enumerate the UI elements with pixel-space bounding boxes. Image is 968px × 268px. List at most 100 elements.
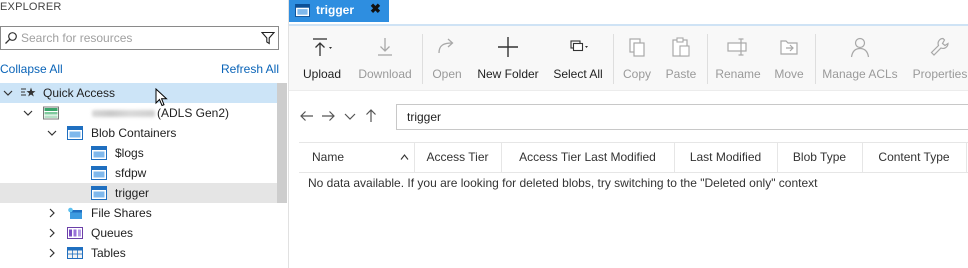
- paste-button[interactable]: Paste: [661, 26, 701, 90]
- tree-item-label: Tables: [91, 246, 126, 260]
- explorer-header: EXPLORER: [0, 1, 62, 13]
- redacted-account-name: [92, 110, 155, 117]
- rename-icon: [727, 38, 747, 56]
- select-all-button[interactable]: Select All: [549, 26, 607, 90]
- empty-state-message: No data available. If you are looking fo…: [308, 176, 818, 190]
- column-header-name[interactable]: Name: [299, 143, 415, 172]
- upload-label: Upload: [302, 67, 342, 81]
- tree-item-label: Blob Containers: [91, 126, 177, 140]
- toolbar-separator: [815, 34, 816, 84]
- person-icon: [850, 37, 870, 58]
- search-input[interactable]: [21, 29, 251, 47]
- column-header-label: Access Tier: [426, 150, 489, 164]
- chevron-right-icon[interactable]: [47, 228, 57, 238]
- column-header-content-type[interactable]: Content Type: [862, 143, 967, 172]
- plus-icon: [498, 37, 518, 57]
- copy-button[interactable]: Copy: [617, 26, 657, 90]
- tree-item-blob-containers[interactable]: Blob Containers: [0, 123, 277, 143]
- chevron-down-icon[interactable]: [47, 128, 57, 138]
- properties-button[interactable]: Properties: [909, 26, 968, 90]
- toolbar-separator: [707, 34, 708, 84]
- column-header-blob-type[interactable]: Blob Type: [777, 143, 863, 172]
- tab-label: trigger: [316, 3, 355, 17]
- tab-trigger[interactable]: trigger ✖: [289, 0, 389, 22]
- blob-container-icon: [67, 126, 83, 140]
- move-icon: [780, 40, 798, 55]
- explorer-scrollbar-thumb[interactable]: [277, 83, 287, 203]
- column-header-last-modified[interactable]: Last Modified: [674, 143, 778, 172]
- sort-ascending-icon[interactable]: [400, 153, 409, 161]
- tree-item-storage-account[interactable]: (ADLS Gen2): [0, 103, 277, 123]
- mouse-cursor-icon: [155, 88, 168, 107]
- tree-item-label: Quick Access: [43, 86, 116, 100]
- upload-icon: [313, 38, 332, 56]
- tree-item-container-logs[interactable]: $logs: [0, 143, 277, 163]
- upload-button[interactable]: Upload: [295, 26, 349, 90]
- chevron-right-icon[interactable]: [47, 208, 57, 218]
- paste-icon: [672, 37, 690, 57]
- chevron-down-icon[interactable]: [342, 108, 358, 124]
- tree-item-queues[interactable]: Queues: [0, 223, 277, 243]
- rename-label: Rename: [715, 67, 761, 81]
- navigation-bar: [289, 100, 968, 132]
- wrench-icon: [930, 37, 949, 56]
- table-icon: [67, 247, 83, 259]
- storage-account-icon: [43, 106, 59, 120]
- up-arrow-icon[interactable]: [363, 108, 379, 124]
- column-header-access-tier[interactable]: Access Tier: [414, 143, 502, 172]
- rename-button[interactable]: Rename: [713, 26, 763, 90]
- manage-acls-button[interactable]: Manage ACLs: [821, 26, 899, 90]
- tree-item-container-trigger[interactable]: trigger: [0, 183, 277, 203]
- search-box[interactable]: [0, 26, 279, 50]
- filter-icon[interactable]: [261, 31, 275, 45]
- tree-item-tables[interactable]: Tables: [0, 243, 277, 263]
- blob-container-icon: [295, 4, 310, 17]
- blob-container-icon: [91, 146, 107, 160]
- manage-acls-label: Manage ACLs: [822, 67, 898, 81]
- download-button[interactable]: Download: [355, 26, 415, 90]
- move-label: Move: [774, 67, 804, 81]
- open-label: Open: [432, 67, 462, 81]
- toolbar-separator: [422, 34, 423, 84]
- close-tab-icon[interactable]: ✖: [370, 1, 381, 17]
- tree-item-label: $logs: [115, 146, 144, 160]
- column-header-label: Blob Type: [792, 150, 847, 164]
- copy-label: Copy: [622, 67, 651, 81]
- chevron-down-icon[interactable]: [23, 108, 33, 118]
- tree-item-label: File Shares: [91, 206, 152, 220]
- tree-item-label: trigger: [115, 186, 150, 200]
- back-arrow-icon[interactable]: [299, 108, 315, 124]
- column-header-label: Content Type: [878, 150, 950, 164]
- path-field[interactable]: [396, 104, 968, 130]
- download-icon: [378, 38, 392, 56]
- collapse-all-link[interactable]: Collapse All: [0, 62, 63, 76]
- column-header-label: Name: [312, 150, 345, 164]
- forward-arrow-icon[interactable]: [320, 108, 336, 124]
- toolbar: Upload Download Open New Folder Select A…: [289, 26, 968, 91]
- open-icon: [438, 38, 454, 54]
- column-header-access-tier-last-modified[interactable]: Access Tier Last Modified: [501, 143, 675, 172]
- tab-strip: trigger ✖: [289, 0, 968, 26]
- chevron-right-icon[interactable]: [47, 248, 57, 258]
- search-icon: [5, 32, 17, 44]
- column-header-label: Last Modified: [689, 150, 762, 164]
- queue-icon: [67, 227, 83, 239]
- move-button[interactable]: Move: [769, 26, 809, 90]
- tree-item-container-sfdpw[interactable]: sfdpw: [0, 163, 277, 183]
- path-input[interactable]: [407, 109, 907, 125]
- quick-access-icon: [21, 87, 36, 97]
- tree-item-quick-access[interactable]: Quick Access: [0, 83, 277, 103]
- tree-item-label: Queues: [91, 226, 134, 240]
- chevron-down-icon[interactable]: [3, 88, 13, 98]
- tree-item-label: sfdpw: [115, 166, 147, 180]
- select-all-icon: [570, 40, 588, 52]
- new-folder-button[interactable]: New Folder: [475, 26, 541, 90]
- tree-item-file-shares[interactable]: File Shares: [0, 203, 277, 223]
- download-label: Download: [358, 67, 412, 81]
- refresh-all-link[interactable]: Refresh All: [221, 62, 279, 76]
- properties-label: Properties: [912, 67, 968, 81]
- explorer-panel: EXPLORER Collapse All Refresh All Quick …: [0, 0, 289, 268]
- open-button[interactable]: Open: [427, 26, 467, 90]
- select-all-label: Select All: [553, 67, 603, 81]
- paste-label: Paste: [665, 67, 697, 81]
